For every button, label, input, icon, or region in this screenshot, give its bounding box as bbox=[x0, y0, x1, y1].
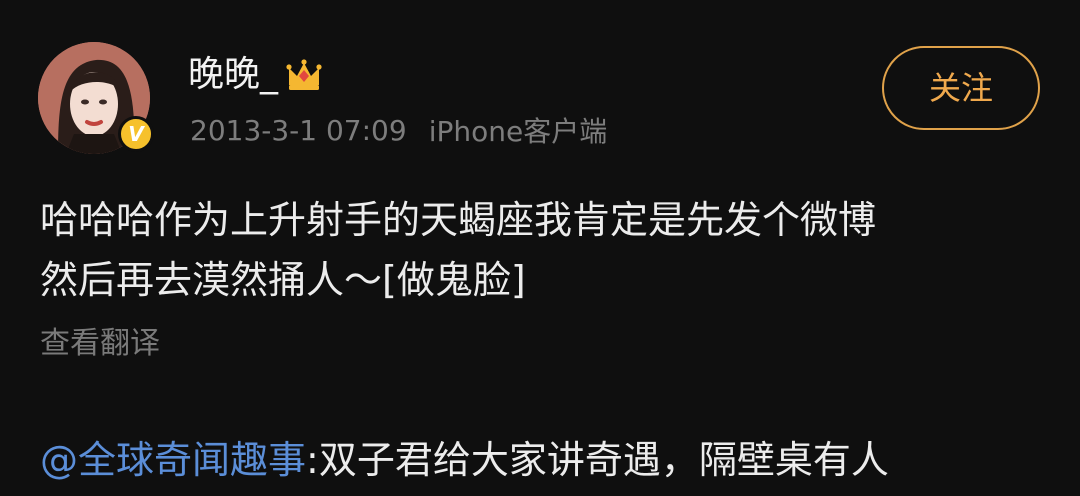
username-row: 晚晚_ bbox=[188, 52, 324, 98]
post-meta: 2013-3-1 07:09 iPhone客户端 bbox=[190, 110, 607, 150]
post-timestamp: 2013-3-1 07:09 bbox=[190, 113, 407, 147]
weibo-post-screen: V 晚晚_ 2013-3-1 07:09 iPhone客户端 关注 哈哈哈作为上… bbox=[0, 0, 1080, 496]
post-body: 哈哈哈作为上升射手的天蝎座我肯定是先发个微博 然后再去漠然捅人～[做鬼脸] bbox=[40, 190, 1030, 310]
repost-text: :双子君给大家讲奇遇，隔壁桌有人 bbox=[306, 438, 889, 482]
reposted-content[interactable]: @全球奇闻趣事:双子君给大家讲奇遇，隔壁桌有人 bbox=[40, 430, 1080, 490]
post-body-line: 然后再去漠然捅人～[做鬼脸] bbox=[40, 258, 526, 302]
view-translation-link[interactable]: 查看翻译 bbox=[40, 322, 160, 366]
post-body-line: 哈哈哈作为上升射手的天蝎座我肯定是先发个微博 bbox=[40, 198, 877, 242]
crown-icon bbox=[286, 59, 322, 90]
verified-badge-icon: V bbox=[118, 116, 154, 152]
repost-mention-link[interactable]: @全球奇闻趣事 bbox=[40, 438, 306, 482]
username[interactable]: 晚晚_ bbox=[188, 52, 278, 98]
post-source: iPhone客户端 bbox=[428, 115, 608, 148]
follow-button[interactable]: 关注 bbox=[882, 46, 1040, 130]
post-header: V 晚晚_ 2013-3-1 07:09 iPhone客户端 关注 bbox=[0, 0, 1080, 180]
